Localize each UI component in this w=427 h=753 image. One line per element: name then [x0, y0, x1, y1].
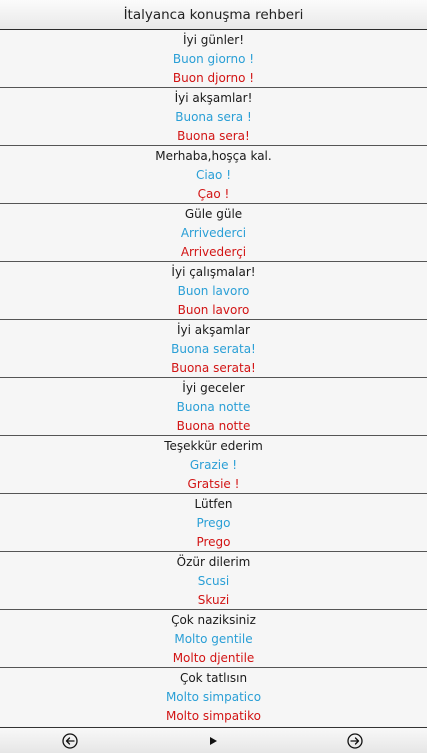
- italian-phrase: Grazie !: [189, 458, 238, 472]
- italian-phrase: Buona serata!: [171, 342, 256, 356]
- italian-phrase: Buon giorno !: [172, 52, 255, 66]
- app-header: İtalyanca konuşma rehberi: [0, 0, 427, 30]
- turkish-phrase: İyi çalışmalar!: [171, 265, 256, 279]
- next-button[interactable]: [346, 732, 364, 750]
- turkish-phrase: İyi günler!: [182, 33, 245, 47]
- italian-phrase: Prego: [196, 516, 231, 530]
- italian-phrase: Molto simpatico: [165, 690, 262, 704]
- bottom-toolbar: [0, 727, 427, 753]
- phrase-item[interactable]: Özür dilerim Scusi Skuzi: [0, 552, 427, 610]
- italian-phrase: Buona sera !: [175, 110, 252, 124]
- pronunciation-phrase: Buona notte: [176, 419, 251, 433]
- phrase-item[interactable]: Lütfen Prego Prego: [0, 494, 427, 552]
- turkish-phrase: İyi geceler: [182, 381, 245, 395]
- pronunciation-phrase: Prego: [196, 535, 231, 549]
- pronunciation-phrase: Buona sera!: [177, 129, 250, 143]
- turkish-phrase: Özür dilerim: [176, 555, 251, 569]
- italian-phrase: Arrivederci: [180, 226, 247, 240]
- turkish-phrase: Güle güle: [184, 207, 243, 221]
- phrase-list[interactable]: İyi günler! Buon giorno ! Buon djorno ! …: [0, 30, 427, 726]
- play-button[interactable]: [204, 732, 222, 750]
- phrase-item[interactable]: Teşekkür ederim Grazie ! Gratsie !: [0, 436, 427, 494]
- phrase-item[interactable]: İyi akşamlar! Buona sera ! Buona sera!: [0, 88, 427, 146]
- pronunciation-phrase: Gratsie !: [187, 477, 240, 491]
- pronunciation-phrase: Buon lavoro: [177, 303, 250, 317]
- turkish-phrase: İyi akşamlar!: [174, 91, 253, 105]
- phrase-item[interactable]: Merhaba,hoşça kal. Ciao ! Çao !: [0, 146, 427, 204]
- turkish-phrase: Merhaba,hoşça kal.: [155, 149, 272, 163]
- page-title: İtalyanca konuşma rehberi: [123, 6, 304, 23]
- italian-phrase: Ciao !: [195, 168, 232, 182]
- phrase-item[interactable]: İyi geceler Buona notte Buona notte: [0, 378, 427, 436]
- pronunciation-phrase: Molto djentile: [172, 651, 255, 665]
- turkish-phrase: Çok naziksiniz: [171, 613, 256, 627]
- phrase-item[interactable]: Çok naziksiniz Molto gentile Molto djent…: [0, 610, 427, 668]
- italian-phrase: Buon lavoro: [177, 284, 250, 298]
- turkish-phrase: Çok tatlısın: [179, 671, 248, 685]
- pronunciation-phrase: Çao !: [197, 187, 230, 201]
- phrase-item[interactable]: İyi akşamlar Buona serata! Buona serata!: [0, 320, 427, 378]
- phrase-item[interactable]: Güle güle Arrivederci Arrivederçi: [0, 204, 427, 262]
- italian-phrase: Molto gentile: [174, 632, 253, 646]
- previous-button[interactable]: [61, 732, 79, 750]
- turkish-phrase: İyi akşamlar: [176, 323, 250, 337]
- pronunciation-phrase: Buona serata!: [171, 361, 256, 375]
- circle-arrow-left-icon: [62, 733, 78, 749]
- phrase-item[interactable]: Çok tatlısın Molto simpatico Molto simpa…: [0, 668, 427, 726]
- italian-phrase: Buona notte: [176, 400, 251, 414]
- phrase-item[interactable]: İyi çalışmalar! Buon lavoro Buon lavoro: [0, 262, 427, 320]
- turkish-phrase: Lütfen: [194, 497, 233, 511]
- pronunciation-phrase: Molto simpatiko: [165, 709, 262, 723]
- pronunciation-phrase: Arrivederçi: [180, 245, 247, 259]
- play-icon: [210, 737, 217, 745]
- phrase-item[interactable]: İyi günler! Buon giorno ! Buon djorno !: [0, 30, 427, 88]
- pronunciation-phrase: Buon djorno !: [172, 71, 255, 85]
- pronunciation-phrase: Skuzi: [197, 593, 230, 607]
- circle-arrow-right-icon: [347, 733, 363, 749]
- turkish-phrase: Teşekkür ederim: [164, 439, 263, 453]
- italian-phrase: Scusi: [197, 574, 230, 588]
